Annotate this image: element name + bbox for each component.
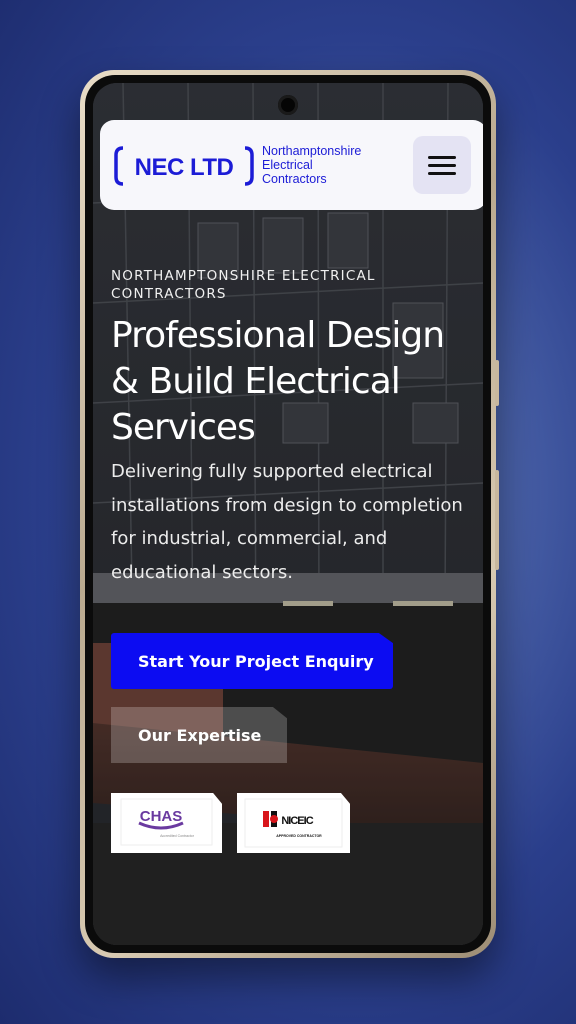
phone-bezel: NEC LTD Northamptonshire Electrical Cont… xyxy=(85,75,491,953)
niceic-logo: NICEIC APPROVED CONTRACTOR xyxy=(244,798,343,848)
logo-tagline: Northamptonshire Electrical Contractors xyxy=(262,144,392,186)
chas-badge: CHAS Accredited Contractor xyxy=(111,793,222,853)
chas-logo: CHAS Accredited Contractor xyxy=(120,798,213,846)
phone-frame: NEC LTD Northamptonshire Electrical Cont… xyxy=(80,70,499,958)
logo-wordmark: NEC LTD xyxy=(135,154,234,181)
svg-text:CHAS: CHAS xyxy=(140,808,183,825)
niceic-badge: NICEIC APPROVED CONTRACTOR xyxy=(237,793,350,853)
tagline-line: Northamptonshire xyxy=(262,144,362,158)
tagline-line: Electrical xyxy=(262,158,313,172)
svg-text:APPROVED CONTRACTOR: APPROVED CONTRACTOR xyxy=(276,834,322,838)
hero-headline: Professional Design & Build Electrical S… xyxy=(111,315,445,448)
start-project-enquiry-button[interactable]: Start Your Project Enquiry xyxy=(111,633,393,689)
hero-content: NORTHAMPTONSHIRE ELECTRICAL CONTRACTORS … xyxy=(111,267,481,589)
site-header: NEC LTD Northamptonshire Electrical Cont… xyxy=(100,120,483,210)
hero-eyebrow: NORTHAMPTONSHIRE ELECTRICAL CONTRACTORS xyxy=(111,268,376,302)
phone-screen: NEC LTD Northamptonshire Electrical Cont… xyxy=(93,83,483,945)
tagline-line: Contractors xyxy=(262,172,327,186)
svg-text:Accredited Contractor: Accredited Contractor xyxy=(160,834,195,838)
power-button xyxy=(495,470,499,570)
svg-text:NICEIC: NICEIC xyxy=(281,815,313,827)
hero-description: Delivering fully supported electrical in… xyxy=(111,461,463,583)
volume-button xyxy=(495,360,499,406)
front-camera xyxy=(278,95,298,115)
nec-logo[interactable]: NEC LTD xyxy=(114,144,254,188)
hamburger-menu-button[interactable] xyxy=(413,136,471,194)
our-expertise-button[interactable]: Our Expertise xyxy=(111,707,287,763)
